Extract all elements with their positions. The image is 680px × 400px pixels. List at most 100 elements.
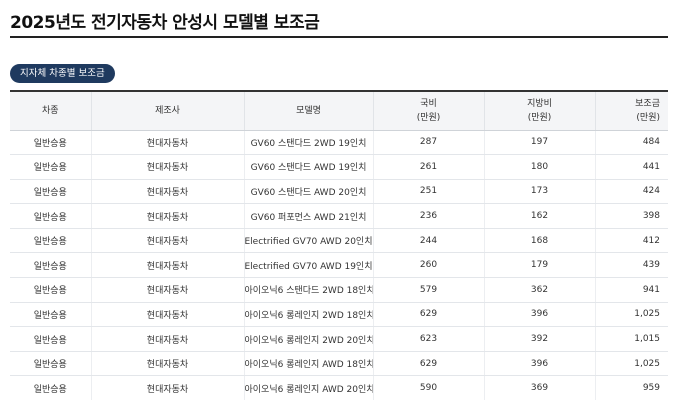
cell-manufacturer: 현대자동차 — [91, 351, 245, 377]
cell-vehicle-type: 일반승용 — [10, 130, 92, 156]
cell-vehicle-type: 일반승용 — [10, 203, 92, 229]
header-label: 보조금 — [635, 98, 660, 109]
cell-national-subsidy: 590 — [373, 375, 485, 400]
cell-manufacturer: 현대자동차 — [91, 154, 245, 180]
header-label: 지방비 — [527, 98, 552, 109]
cell-model-name: 아이오닉6 롱레인지 2WD 18인치 — [244, 302, 374, 328]
cell-model-name: GV60 스탠다드 AWD 20인치 — [244, 179, 374, 205]
cell-national-subsidy: 251 — [373, 179, 485, 205]
cell-local-subsidy: 162 — [484, 203, 596, 229]
cell-model-name: 아이오닉6 스탠다드 2WD 18인치 — [244, 277, 374, 303]
cell-local-subsidy: 392 — [484, 326, 596, 352]
cell-total-subsidy: 424 — [595, 179, 668, 205]
header-national-subsidy: 국비 (만원) — [373, 92, 485, 131]
cell-vehicle-type: 일반승용 — [10, 326, 92, 352]
cell-manufacturer: 현대자동차 — [91, 203, 245, 229]
cell-total-subsidy: 1,015 — [595, 326, 668, 352]
cell-vehicle-type: 일반승용 — [10, 252, 92, 279]
header-total-subsidy: 보조금 (만원) — [595, 92, 668, 131]
cell-local-subsidy: 179 — [484, 252, 596, 279]
cell-local-subsidy: 396 — [484, 351, 596, 377]
cell-national-subsidy: 629 — [373, 351, 485, 377]
cell-local-subsidy: 180 — [484, 154, 596, 180]
subsidy-table-container: 차종 제조사 모델명 국비 (만원) 지방비 (만원) 보조금 (만원) 일반승용 현대자동차 GV… — [10, 90, 668, 400]
table-row: 일반승용 현대자동차 GV60 퍼포먼스 AWD 21인치 236 162 398 — [10, 203, 668, 229]
header-local-subsidy: 지방비 (만원) — [484, 92, 596, 131]
cell-total-subsidy: 1,025 — [595, 302, 668, 328]
table-row: 일반승용 현대자동차 GV60 스탠다드 2WD 19인치 287 197 484 — [10, 130, 668, 156]
cell-manufacturer: 현대자동차 — [91, 277, 245, 303]
cell-model-name: 아이오닉6 롱레인지 AWD 18인치 — [244, 351, 374, 377]
cell-local-subsidy: 173 — [484, 179, 596, 205]
cell-local-subsidy: 362 — [484, 277, 596, 303]
cell-manufacturer: 현대자동차 — [91, 130, 245, 156]
cell-local-subsidy: 369 — [484, 375, 596, 400]
table-header-row: 차종 제조사 모델명 국비 (만원) 지방비 (만원) 보조금 (만원) — [10, 92, 668, 131]
cell-total-subsidy: 1,025 — [595, 351, 668, 377]
cell-model-name: 아이오닉6 롱레인지 AWD 20인치 — [244, 375, 374, 400]
table-row: 일반승용 현대자동차 Electrified GV70 AWD 20인치 244 168… — [10, 228, 668, 254]
cell-total-subsidy: 959 — [595, 375, 668, 400]
table-row: 일반승용 현대자동차 아이오닉6 롱레인지 2WD 20인치 623 392 1,015 — [10, 326, 668, 352]
cell-total-subsidy: 398 — [595, 203, 668, 229]
cell-national-subsidy: 261 — [373, 154, 485, 180]
cell-vehicle-type: 일반승용 — [10, 302, 92, 328]
page-title: 2025년도 전기자동차 안성시 모델별 보조금 — [10, 13, 320, 33]
cell-manufacturer: 현대자동차 — [91, 179, 245, 205]
table-row: 일반승용 현대자동차 Electrified GV70 AWD 19인치 260 179… — [10, 252, 668, 279]
table-row: 일반승용 현대자동차 GV60 스탠다드 AWD 20인치 251 173 424 — [10, 179, 668, 205]
cell-national-subsidy: 623 — [373, 326, 485, 352]
cell-vehicle-type: 일반승용 — [10, 277, 92, 303]
cell-model-name: 아이오닉6 롱레인지 2WD 20인치 — [244, 326, 374, 352]
cell-national-subsidy: 244 — [373, 228, 485, 254]
table-row: 일반승용 현대자동차 아이오닉6 롱레인지 2WD 18인치 629 396 1,025 — [10, 302, 668, 328]
cell-vehicle-type: 일반승용 — [10, 179, 92, 205]
cell-total-subsidy: 941 — [595, 277, 668, 303]
cell-manufacturer: 현대자동차 — [91, 252, 245, 279]
header-vehicle-type: 차종 — [10, 92, 92, 131]
cell-national-subsidy: 287 — [373, 130, 485, 156]
cell-vehicle-type: 일반승용 — [10, 375, 92, 400]
title-divider — [10, 36, 668, 38]
cell-national-subsidy: 236 — [373, 203, 485, 229]
cell-local-subsidy: 168 — [484, 228, 596, 254]
table-row: 일반승용 현대자동차 GV60 스탠다드 AWD 19인치 261 180 441 — [10, 154, 668, 180]
header-manufacturer: 제조사 — [91, 92, 245, 131]
cell-total-subsidy: 439 — [595, 252, 668, 279]
header-unit: (만원) — [527, 112, 552, 123]
cell-model-name: Electrified GV70 AWD 19인치 — [244, 252, 374, 279]
cell-manufacturer: 현대자동차 — [91, 375, 245, 400]
table-row: 일반승용 현대자동차 아이오닉6 스탠다드 2WD 18인치 579 362 941 — [10, 277, 668, 303]
cell-model-name: GV60 퍼포먼스 AWD 21인치 — [244, 203, 374, 229]
table-row: 일반승용 현대자동차 아이오닉6 롱레인지 AWD 18인치 629 396 1,025 — [10, 351, 668, 377]
subsidy-table: 차종 제조사 모델명 국비 (만원) 지방비 (만원) 보조금 (만원) 일반승용 현대자동차 GV… — [10, 92, 668, 400]
cell-vehicle-type: 일반승용 — [10, 228, 92, 254]
cell-model-name: GV60 스탠다드 2WD 19인치 — [244, 130, 374, 156]
cell-total-subsidy: 441 — [595, 154, 668, 180]
header-label: 국비 — [420, 98, 437, 109]
header-label: 제조사 — [155, 105, 180, 116]
cell-model-name: Electrified GV70 AWD 20인치 — [244, 228, 374, 254]
cell-vehicle-type: 일반승용 — [10, 154, 92, 180]
header-label: 모델명 — [296, 105, 321, 116]
header-unit: (만원) — [636, 112, 660, 123]
cell-model-name: GV60 스탠다드 AWD 19인치 — [244, 154, 374, 180]
header-model-name: 모델명 — [244, 92, 374, 131]
cell-manufacturer: 현대자동차 — [91, 228, 245, 254]
cell-total-subsidy: 484 — [595, 130, 668, 156]
cell-manufacturer: 현대자동차 — [91, 326, 245, 352]
tab-local-subsidy-by-type[interactable]: 지자체 차종별 보조금 — [10, 64, 115, 83]
cell-national-subsidy: 579 — [373, 277, 485, 303]
page: 2025년도 전기자동차 안성시 모델별 보조금 지자체 차종별 보조금 차종 제… — [0, 0, 680, 400]
cell-local-subsidy: 197 — [484, 130, 596, 156]
cell-national-subsidy: 629 — [373, 302, 485, 328]
cell-total-subsidy: 412 — [595, 228, 668, 254]
header-unit: (만원) — [416, 112, 441, 123]
cell-national-subsidy: 260 — [373, 252, 485, 279]
cell-manufacturer: 현대자동차 — [91, 302, 245, 328]
header-label: 차종 — [41, 105, 59, 116]
cell-local-subsidy: 396 — [484, 302, 596, 328]
table-row: 일반승용 현대자동차 아이오닉6 롱레인지 AWD 20인치 590 369 959 — [10, 375, 668, 400]
cell-vehicle-type: 일반승용 — [10, 351, 92, 377]
table-body: 일반승용 현대자동차 GV60 스탠다드 2WD 19인치 287 197 484 일반승용… — [10, 130, 668, 400]
